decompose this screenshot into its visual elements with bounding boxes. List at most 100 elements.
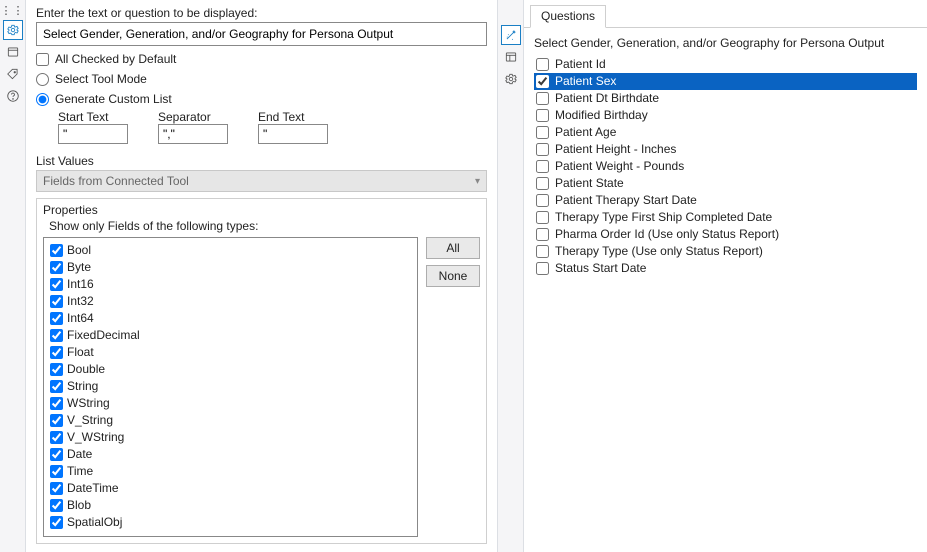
type-checkbox[interactable] — [50, 465, 63, 478]
type-item[interactable]: V_WString — [50, 429, 411, 446]
question-label: Modified Birthday — [555, 107, 648, 124]
none-button[interactable]: None — [426, 265, 480, 287]
type-item[interactable]: Bool — [50, 242, 411, 259]
type-item[interactable]: Date — [50, 446, 411, 463]
type-label: V_WString — [67, 429, 124, 446]
type-checkbox[interactable] — [50, 448, 63, 461]
question-checkbox[interactable] — [536, 177, 549, 190]
question-checkbox[interactable] — [536, 109, 549, 122]
prompt-label: Enter the text or question to be display… — [36, 6, 487, 20]
type-label: String — [67, 378, 98, 395]
type-checkbox[interactable] — [50, 414, 63, 427]
question-item[interactable]: Patient Therapy Start Date — [534, 192, 917, 209]
end-text-input[interactable] — [258, 124, 328, 144]
type-checkbox[interactable] — [50, 482, 63, 495]
type-item[interactable]: DateTime — [50, 480, 411, 497]
type-label: SpatialObj — [67, 514, 122, 531]
question-checkbox[interactable] — [536, 143, 549, 156]
start-text-input[interactable] — [58, 124, 128, 144]
type-item[interactable]: Byte — [50, 259, 411, 276]
question-item[interactable]: Patient State — [534, 175, 917, 192]
wand-icon[interactable] — [501, 25, 521, 45]
type-checkbox[interactable] — [50, 244, 63, 257]
types-list[interactable]: BoolByteInt16Int32Int64FixedDecimalFloat… — [43, 237, 418, 537]
question-item[interactable]: Status Start Date — [534, 260, 917, 277]
select-tool-mode-radio[interactable] — [36, 73, 49, 86]
type-item[interactable]: Float — [50, 344, 411, 361]
type-label: FixedDecimal — [67, 327, 140, 344]
type-checkbox[interactable] — [50, 346, 63, 359]
question-label: Status Start Date — [555, 260, 646, 277]
type-item[interactable]: FixedDecimal — [50, 327, 411, 344]
chevron-down-icon: ▾ — [475, 176, 480, 187]
question-checkbox[interactable] — [536, 245, 549, 258]
type-item[interactable]: Time — [50, 463, 411, 480]
question-item[interactable]: Therapy Type (Use only Status Report) — [534, 243, 917, 260]
properties-group: Properties Show only Fields of the follo… — [36, 198, 487, 544]
question-checkbox[interactable] — [536, 75, 549, 88]
separator-label: Separator — [158, 110, 228, 124]
question-checkbox[interactable] — [536, 211, 549, 224]
types-label: Show only Fields of the following types: — [49, 219, 480, 233]
question-item[interactable]: Patient Age — [534, 124, 917, 141]
gear-icon[interactable] — [3, 20, 23, 40]
question-item[interactable]: Modified Birthday — [534, 107, 917, 124]
type-item[interactable]: Int64 — [50, 310, 411, 327]
question-checkbox[interactable] — [536, 262, 549, 275]
prompt-input[interactable] — [36, 22, 487, 46]
type-checkbox[interactable] — [50, 278, 63, 291]
question-item[interactable]: Patient Height - Inches — [534, 141, 917, 158]
type-label: Bool — [67, 242, 91, 259]
separator-input[interactable] — [158, 124, 228, 144]
question-item[interactable]: Pharma Order Id (Use only Status Report) — [534, 226, 917, 243]
question-item[interactable]: Patient Id — [534, 56, 917, 73]
right-icon-rail — [498, 0, 524, 552]
type-checkbox[interactable] — [50, 295, 63, 308]
tab-questions[interactable]: Questions — [530, 5, 606, 28]
window-icon[interactable] — [3, 42, 23, 62]
type-item[interactable]: SpatialObj — [50, 514, 411, 531]
question-checkbox[interactable] — [536, 194, 549, 207]
type-item[interactable]: Double — [50, 361, 411, 378]
question-checkbox[interactable] — [536, 160, 549, 173]
type-label: Int64 — [67, 310, 94, 327]
question-item[interactable]: Patient Weight - Pounds — [534, 158, 917, 175]
all-checked-checkbox[interactable] — [36, 53, 49, 66]
generate-custom-list-radio[interactable] — [36, 93, 49, 106]
type-checkbox[interactable] — [50, 380, 63, 393]
question-item[interactable]: Patient Sex — [534, 73, 917, 90]
left-icon-rail: ⋮⋮ — [0, 0, 26, 552]
type-item[interactable]: WString — [50, 395, 411, 412]
gear-icon[interactable] — [501, 69, 521, 89]
type-label: WString — [67, 395, 110, 412]
type-item[interactable]: String — [50, 378, 411, 395]
questions-prompt: Select Gender, Generation, and/or Geogra… — [534, 36, 917, 50]
all-button[interactable]: All — [426, 237, 480, 259]
layout-icon[interactable] — [501, 47, 521, 67]
type-item[interactable]: Int16 — [50, 276, 411, 293]
list-values-label: List Values — [36, 154, 487, 168]
list-values-dropdown[interactable]: Fields from Connected Tool ▾ — [36, 170, 487, 192]
type-checkbox[interactable] — [50, 499, 63, 512]
question-checkbox[interactable] — [536, 58, 549, 71]
question-checkbox[interactable] — [536, 228, 549, 241]
tag-icon[interactable] — [3, 64, 23, 84]
type-item[interactable]: Int32 — [50, 293, 411, 310]
type-checkbox[interactable] — [50, 329, 63, 342]
type-checkbox[interactable] — [50, 397, 63, 410]
type-checkbox[interactable] — [50, 312, 63, 325]
type-item[interactable]: Blob — [50, 497, 411, 514]
question-checkbox[interactable] — [536, 92, 549, 105]
type-checkbox[interactable] — [50, 363, 63, 376]
drag-handle-icon: ⋮⋮ — [1, 4, 25, 17]
type-checkbox[interactable] — [50, 431, 63, 444]
questions-list[interactable]: Patient IdPatient SexPatient Dt Birthdat… — [534, 56, 917, 277]
help-icon[interactable] — [3, 86, 23, 106]
type-checkbox[interactable] — [50, 261, 63, 274]
type-checkbox[interactable] — [50, 516, 63, 529]
question-checkbox[interactable] — [536, 126, 549, 139]
generate-custom-list-label: Generate Custom List — [55, 92, 172, 106]
question-item[interactable]: Patient Dt Birthdate — [534, 90, 917, 107]
question-item[interactable]: Therapy Type First Ship Completed Date — [534, 209, 917, 226]
type-item[interactable]: V_String — [50, 412, 411, 429]
